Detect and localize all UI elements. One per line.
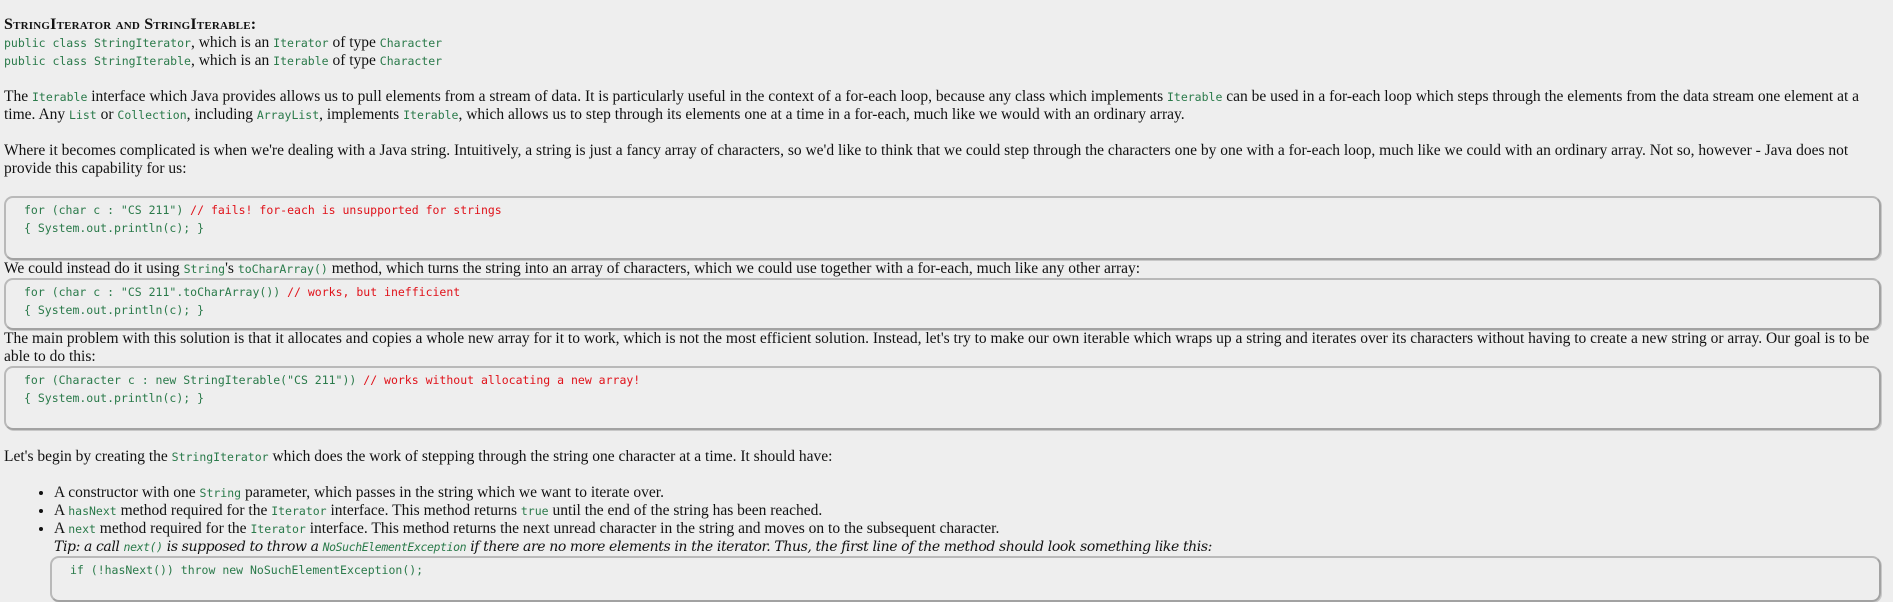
paragraph-main-problem: The main problem with this solution is t…: [4, 330, 1870, 365]
inline-code: true: [520, 504, 549, 518]
code-comment: // works, but inefficient: [287, 285, 461, 299]
code-block-string-iterable: for (Character c : new StringIterable("C…: [4, 366, 1881, 430]
text: of type: [328, 34, 380, 51]
text: , which is an: [190, 34, 274, 51]
code-text: for (Character c : new StringIterable("C…: [24, 373, 364, 387]
code-text: for (char c : "CS 211".toCharArray()): [24, 285, 288, 299]
text: until the end of the string has been rea…: [548, 502, 823, 519]
text: of type: [328, 52, 380, 69]
text: method required for the: [116, 502, 272, 519]
code-line: if (!hasNext()) throw new NoSuchElementE…: [70, 563, 424, 577]
signature-string-iterator: public class StringIterator, which is an…: [4, 34, 1881, 52]
text: interface. This method returns the next …: [305, 520, 1000, 537]
paragraph-begin: Let's begin by creating the StringIterat…: [4, 448, 1881, 466]
text: A constructor with one: [54, 484, 200, 501]
code-line: { System.out.println(c); }: [24, 303, 205, 317]
inline-code: StringIterator: [171, 450, 269, 464]
text: We could instead do it using: [4, 260, 184, 277]
inline-code: String: [199, 486, 242, 500]
list-item: A hasNext method required for the Iterat…: [54, 502, 1881, 520]
list-item: A next method required for the Iterator …: [50, 520, 1881, 602]
code-line: { System.out.println(c); }: [24, 391, 205, 405]
signature-string-iterable: public class StringIterable, which is an…: [4, 52, 1881, 70]
text: or: [96, 106, 118, 123]
inline-code: Iterator: [271, 504, 327, 518]
inline-code: next(): [123, 540, 164, 554]
inline-code: hasNext: [68, 504, 117, 518]
inline-code: List: [69, 108, 97, 122]
code-line: for (Character c : new StringIterable("C…: [24, 371, 1879, 389]
text: which does the work of stepping through …: [268, 448, 833, 465]
paragraph-tochararray: We could instead do it using String's to…: [4, 260, 1881, 278]
inline-code: toCharArray(): [237, 262, 328, 276]
text: A: [54, 520, 69, 537]
inline-code: public class StringIterator: [4, 36, 191, 50]
paragraph-iterable-intro: The Iterable interface which Java provid…: [4, 88, 1881, 124]
inline-code: Iterable: [273, 54, 329, 68]
inline-code: Iterator: [273, 36, 329, 50]
code-line: for (char c : "CS 211".toCharArray()) //…: [24, 283, 1879, 301]
inline-code: String: [183, 262, 226, 276]
requirements-list: A constructor with one String parameter,…: [4, 484, 1881, 602]
text: , which is an: [190, 52, 274, 69]
inline-code: Iterable: [31, 90, 88, 104]
text: , including: [186, 106, 257, 123]
text: interface which Java provides allows us …: [87, 88, 1167, 105]
text: method required for the: [95, 520, 251, 537]
text: method, which turns the string into an a…: [327, 260, 1141, 277]
code-block-has-next-check: if (!hasNext()) throw new NoSuchElementE…: [50, 556, 1881, 602]
text: parameter, which passes in the string wh…: [241, 484, 664, 501]
text: Let's begin by creating the: [4, 448, 172, 465]
paragraph-string-problem: Where it becomes complicated is when we'…: [4, 142, 1849, 177]
inline-code: ArrayList: [256, 108, 320, 122]
inline-code: NoSuchElementException: [322, 540, 467, 554]
text: , implements: [319, 106, 404, 123]
code-block-fails: for (char c : "CS 211") // fails! for-ea…: [4, 196, 1881, 260]
text: 's: [225, 260, 238, 277]
list-item: A constructor with one String parameter,…: [54, 484, 1881, 502]
code-text: for (char c : "CS 211"): [24, 203, 191, 217]
inline-code: Iterator: [250, 522, 306, 536]
inline-code: public class StringIterable: [4, 54, 191, 68]
code-comment: // fails! for-each is unsupported for st…: [190, 203, 502, 217]
text: , which allows us to step through its el…: [458, 106, 1185, 123]
class-signatures: public class StringIterator, which is an…: [4, 34, 1881, 70]
inline-code: Iterable: [1166, 90, 1223, 104]
text: Tip: a call: [54, 539, 124, 555]
code-line: { System.out.println(c); }: [24, 221, 205, 235]
text: A: [54, 502, 69, 519]
code-block-tochararray: for (char c : "CS 211".toCharArray()) //…: [4, 278, 1881, 330]
inline-code: Character: [379, 54, 443, 68]
code-comment: // works without allocating a new array!: [363, 373, 641, 387]
tip-note: Tip: a call next() is supposed to throw …: [54, 538, 1881, 556]
inline-code: Iterable: [403, 108, 459, 122]
inline-code: Collection: [117, 108, 187, 122]
inline-code: Character: [379, 36, 443, 50]
code-line: for (char c : "CS 211") // fails! for-ea…: [24, 201, 1879, 219]
inline-code: next: [68, 522, 96, 536]
text: interface. This method returns: [326, 502, 521, 519]
text: if there are no more elements in the ite…: [466, 539, 1212, 555]
document-page: StringIterator and StringIterable: publi…: [0, 0, 1885, 602]
section-heading: StringIterator and StringIterable:: [4, 16, 257, 33]
text: The: [4, 88, 32, 105]
text: is supposed to throw a: [162, 539, 323, 555]
